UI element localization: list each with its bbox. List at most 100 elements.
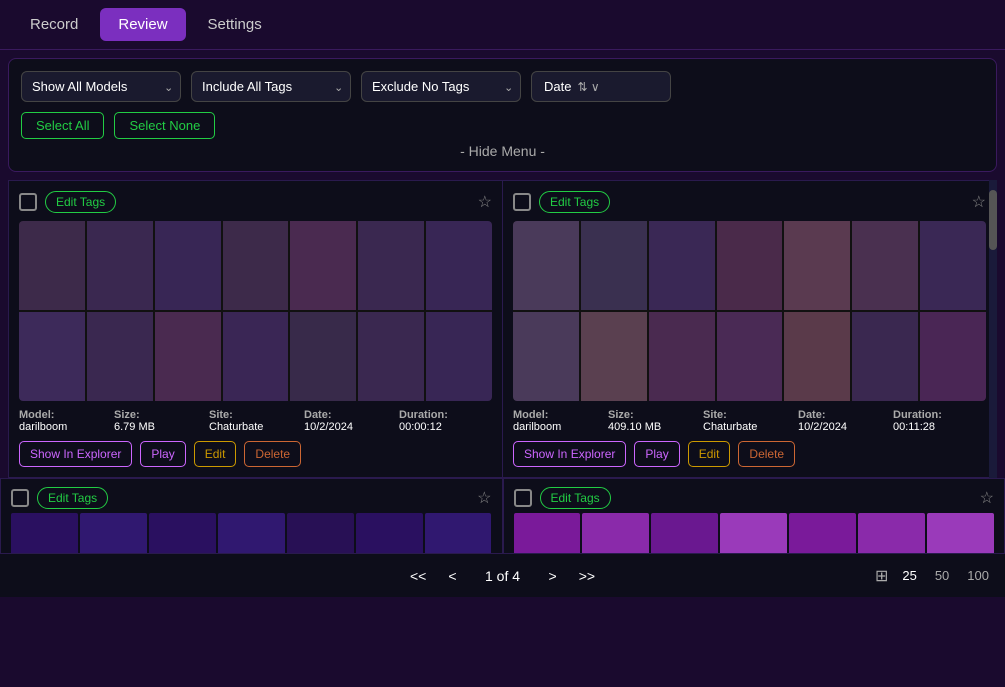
thumb-cell <box>19 221 85 310</box>
model-dropdown-wrapper[interactable]: Show All Models <box>21 71 181 102</box>
card-3: Edit Tags ☆ <box>0 478 503 553</box>
card-1-meta: Model:darilboom Size:6.79 MB Site:Chatur… <box>19 409 492 433</box>
first-page-button[interactable]: << <box>404 566 432 586</box>
thumb-cell <box>223 221 289 310</box>
card-2-star-icon[interactable]: ☆ <box>972 192 986 212</box>
card-1-checkbox[interactable] <box>19 193 37 211</box>
thumb-cell <box>87 312 153 401</box>
thumb-cell <box>784 221 850 310</box>
card-1-star-icon[interactable]: ☆ <box>478 192 492 212</box>
thumb-cell <box>920 312 986 401</box>
card-1-site-label: Site: <box>209 409 302 421</box>
thumb <box>80 513 147 553</box>
card-2-size-label: Size: <box>608 409 701 421</box>
card-2-delete-button[interactable]: Delete <box>738 441 795 467</box>
thumb-cell <box>290 221 356 310</box>
grid-top: Edit Tags ☆ Model:darilboom Size:6.79 MB… <box>8 180 997 478</box>
tags-exclude-dropdown-wrapper[interactable]: Exclude No Tags <box>361 71 521 102</box>
tab-settings[interactable]: Settings <box>190 8 280 41</box>
last-page-button[interactable]: >> <box>573 566 601 586</box>
card-2-size-value: 409.10 MB <box>608 421 701 433</box>
card-1-edit-button[interactable]: Edit <box>194 441 237 467</box>
scroll-thumb[interactable] <box>989 190 997 250</box>
thumb <box>858 513 925 553</box>
thumb-cell <box>358 221 424 310</box>
tags-include-dropdown[interactable]: Include All Tags <box>191 71 351 102</box>
thumb <box>651 513 718 553</box>
card-1-checkbox-area: Edit Tags <box>19 191 116 213</box>
tab-record[interactable]: Record <box>12 8 96 41</box>
thumb-cell <box>784 312 850 401</box>
card-3-star-icon[interactable]: ☆ <box>477 488 491 508</box>
sort-label: Date <box>544 79 571 94</box>
thumb-cell <box>513 221 579 310</box>
card-2-date-value: 10/2/2024 <box>798 421 891 433</box>
prev-page-button[interactable]: < <box>442 566 462 586</box>
thumb-cell <box>717 312 783 401</box>
card-2-duration-value: 00:11:28 <box>893 421 986 433</box>
select-none-button[interactable]: Select None <box>114 112 215 139</box>
card-2-checkbox[interactable] <box>513 193 531 211</box>
card-3-checkbox-area: Edit Tags <box>11 487 108 509</box>
card-4-checkbox[interactable] <box>514 489 532 507</box>
tags-include-dropdown-wrapper[interactable]: Include All Tags <box>191 71 351 102</box>
card-1-edit-tags-button[interactable]: Edit Tags <box>45 191 116 213</box>
card-3-checkbox[interactable] <box>11 489 29 507</box>
card-2-duration-label: Duration: <box>893 409 986 421</box>
thumb <box>720 513 787 553</box>
card-2-thumbnail-grid <box>513 221 986 401</box>
card-2-meta: Model:darilboom Size:409.10 MB Site:Chat… <box>513 409 986 433</box>
thumb-cell <box>155 312 221 401</box>
thumb-cell <box>852 221 918 310</box>
thumb-cell <box>513 312 579 401</box>
thumb-cell <box>426 221 492 310</box>
next-page-button[interactable]: > <box>543 566 563 586</box>
card-3-header: Edit Tags ☆ <box>11 487 492 509</box>
grid-view-icon[interactable]: ⊞ <box>875 566 888 586</box>
thumb <box>287 513 354 553</box>
sort-icon: ⇅ ∨ <box>577 80 599 94</box>
card-2-actions: Show In Explorer Play Edit Delete <box>513 441 986 467</box>
per-page-25-button[interactable]: 25 <box>898 566 920 585</box>
card-1-model-value: darilboom <box>19 421 112 433</box>
thumb-cell <box>717 221 783 310</box>
hide-menu-button[interactable]: - Hide Menu - <box>21 139 984 159</box>
card-4-checkbox-area: Edit Tags <box>514 487 611 509</box>
card-4-star-icon[interactable]: ☆ <box>980 488 994 508</box>
card-1-show-explorer-button[interactable]: Show In Explorer <box>19 441 132 467</box>
card-3-thumbs <box>11 513 492 553</box>
sort-dropdown[interactable]: Date ⇅ ∨ <box>531 71 671 102</box>
card-2-site-value: Chaturbate <box>703 421 796 433</box>
thumb <box>425 513 492 553</box>
header: Record Review Settings <box>0 0 1005 50</box>
card-1-size-label: Size: <box>114 409 207 421</box>
card-1-duration-value: 00:00:12 <box>399 421 492 433</box>
per-page-50-button[interactable]: 50 <box>931 566 953 585</box>
view-options: ⊞ 25 50 100 <box>875 566 993 586</box>
controls-row: Show All Models Include All Tags Exclude… <box>21 71 984 102</box>
select-all-button[interactable]: Select All <box>21 112 104 139</box>
card-1-play-button[interactable]: Play <box>140 441 185 467</box>
card-1-delete-button[interactable]: Delete <box>244 441 301 467</box>
card-1-header: Edit Tags ☆ <box>19 191 492 213</box>
card-2-date-label: Date: <box>798 409 891 421</box>
card-2-show-explorer-button[interactable]: Show In Explorer <box>513 441 626 467</box>
card-2-play-button[interactable]: Play <box>634 441 679 467</box>
thumb <box>582 513 649 553</box>
thumb <box>514 513 581 553</box>
thumb <box>789 513 856 553</box>
thumb <box>356 513 423 553</box>
tags-exclude-dropdown[interactable]: Exclude No Tags <box>361 71 521 102</box>
page-info: 1 of 4 <box>473 568 533 584</box>
thumb-cell <box>155 221 221 310</box>
card-4-edit-tags-button[interactable]: Edit Tags <box>540 487 611 509</box>
card-3-edit-tags-button[interactable]: Edit Tags <box>37 487 108 509</box>
card-2-edit-tags-button[interactable]: Edit Tags <box>539 191 610 213</box>
card-2-edit-button[interactable]: Edit <box>688 441 731 467</box>
thumb-cell <box>649 221 715 310</box>
model-dropdown[interactable]: Show All Models <box>21 71 181 102</box>
tab-review[interactable]: Review <box>100 8 185 41</box>
thumb-cell <box>19 312 85 401</box>
scrollbar[interactable] <box>989 180 997 478</box>
per-page-100-button[interactable]: 100 <box>963 566 993 585</box>
